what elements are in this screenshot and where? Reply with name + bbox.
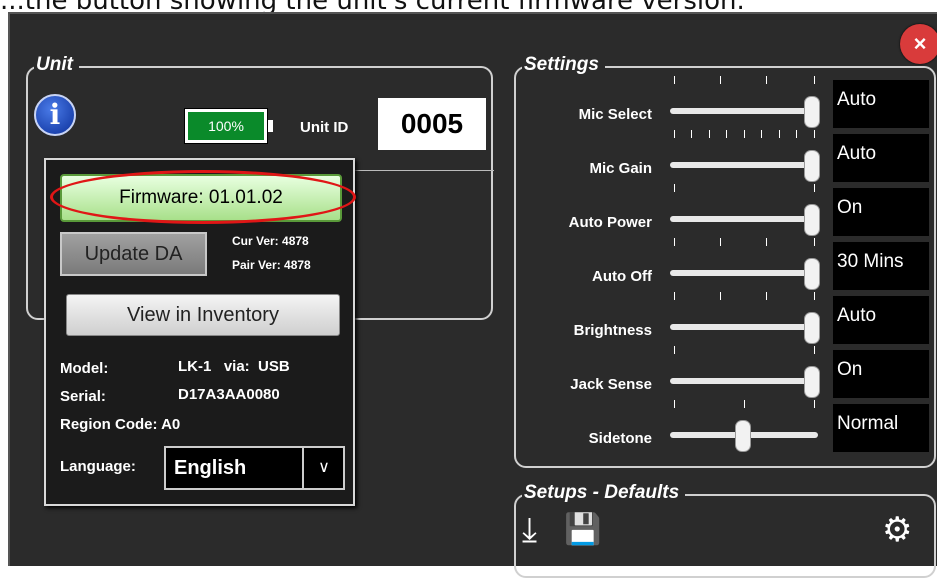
slider-tick bbox=[744, 130, 745, 138]
language-select[interactable]: English ∨ bbox=[164, 446, 345, 490]
update-da-button[interactable]: Update DA bbox=[60, 232, 207, 276]
slider-tick bbox=[674, 400, 675, 408]
view-in-inventory-button[interactable]: View in Inventory bbox=[66, 294, 340, 336]
firmware-button[interactable]: Firmware: 01.01.02 bbox=[60, 174, 342, 222]
setting-label: Mic Gain bbox=[589, 160, 652, 177]
serial-value: D17A3AA0080 bbox=[178, 386, 280, 403]
slider-tick bbox=[674, 292, 675, 300]
settings-group-title: Settings bbox=[522, 54, 605, 76]
setting-value: On bbox=[833, 188, 929, 236]
setting-value: Auto bbox=[833, 134, 929, 182]
model-value: LK-1 via: USB bbox=[178, 358, 290, 375]
slider-tick bbox=[725, 130, 727, 138]
slider-tick bbox=[814, 184, 815, 192]
slider-tick bbox=[766, 238, 768, 246]
unit-id-label: Unit ID bbox=[300, 119, 349, 136]
app-window: × Unit i 100% Unit ID 0005 Settings Mic … bbox=[8, 12, 937, 578]
slider-tick bbox=[814, 238, 815, 246]
slider-tick bbox=[674, 238, 675, 246]
info-icon[interactable]: i bbox=[34, 94, 76, 136]
setting-label: Auto Power bbox=[568, 214, 652, 231]
unit-group-title: Unit bbox=[34, 54, 79, 76]
battery-tip bbox=[268, 120, 273, 132]
slider-tick bbox=[709, 130, 710, 138]
slider-tick bbox=[814, 130, 815, 138]
language-value: English bbox=[174, 457, 247, 479]
setting-slider-thumb[interactable] bbox=[735, 420, 751, 452]
slider-tick bbox=[766, 76, 768, 84]
battery-indicator: 100% bbox=[184, 108, 273, 144]
setting-label: Brightness bbox=[573, 322, 652, 339]
unit-details-popup: Firmware: 01.01.02 Update DA Cur Ver: 48… bbox=[44, 158, 356, 506]
language-label: Language: bbox=[60, 458, 136, 475]
model-label: Model: bbox=[60, 360, 109, 377]
setting-slider-thumb[interactable] bbox=[804, 96, 820, 128]
slider-tick bbox=[690, 130, 692, 138]
slider-tick bbox=[674, 130, 675, 138]
setting-slider-thumb[interactable] bbox=[804, 312, 820, 344]
setups-group-title: Setups - Defaults bbox=[522, 482, 686, 504]
slider-tick bbox=[760, 130, 762, 138]
setting-slider-track[interactable] bbox=[670, 108, 818, 114]
setting-value: Auto bbox=[833, 80, 929, 128]
slider-tick bbox=[814, 292, 815, 300]
setting-value: Auto bbox=[833, 296, 929, 344]
setting-slider-track[interactable] bbox=[670, 324, 818, 330]
setting-slider-thumb[interactable] bbox=[804, 366, 820, 398]
serial-label: Serial: bbox=[60, 388, 106, 405]
setting-slider-thumb[interactable] bbox=[804, 258, 820, 290]
slider-tick bbox=[814, 400, 815, 408]
close-icon[interactable]: × bbox=[900, 24, 937, 64]
slider-tick bbox=[795, 130, 797, 138]
setting-label: Auto Off bbox=[592, 268, 652, 285]
setting-slider-thumb[interactable] bbox=[804, 204, 820, 236]
slider-tick bbox=[814, 346, 815, 354]
pair-ver-text: Pair Ver: 4878 bbox=[232, 258, 311, 272]
slider-tick bbox=[814, 76, 815, 84]
setting-value: Normal bbox=[833, 404, 929, 452]
setting-slider-track[interactable] bbox=[670, 162, 818, 168]
slider-tick bbox=[674, 76, 675, 84]
setting-label: Jack Sense bbox=[570, 376, 652, 393]
slider-tick bbox=[779, 130, 780, 138]
setting-slider-track[interactable] bbox=[670, 378, 818, 384]
setting-value: 30 Mins bbox=[833, 242, 929, 290]
setting-label: Mic Select bbox=[578, 106, 652, 123]
slider-tick bbox=[674, 184, 675, 192]
cur-ver-text: Cur Ver: 4878 bbox=[232, 234, 309, 248]
unit-divider bbox=[348, 170, 494, 171]
slider-tick bbox=[720, 76, 722, 84]
setting-slider-track[interactable] bbox=[670, 270, 818, 276]
language-divider bbox=[302, 448, 304, 488]
slider-tick bbox=[766, 292, 768, 300]
download-icon[interactable]: ⤓ bbox=[522, 510, 537, 550]
setting-value: On bbox=[833, 350, 929, 398]
unit-id-value: 0005 bbox=[378, 98, 486, 150]
save-icon[interactable]: 💾 bbox=[564, 510, 601, 550]
battery-level: 100% bbox=[188, 112, 264, 140]
setting-slider-thumb[interactable] bbox=[804, 150, 820, 182]
region-code-text: Region Code: A0 bbox=[60, 416, 181, 433]
setting-slider-track[interactable] bbox=[670, 216, 818, 222]
slider-tick bbox=[720, 238, 722, 246]
slider-tick bbox=[744, 400, 745, 408]
slider-tick bbox=[674, 346, 675, 354]
slider-tick bbox=[720, 292, 722, 300]
gear-icon[interactable]: ⚙ bbox=[882, 510, 912, 550]
chevron-down-icon[interactable]: ∨ bbox=[308, 448, 340, 488]
setting-label: Sidetone bbox=[588, 430, 652, 447]
